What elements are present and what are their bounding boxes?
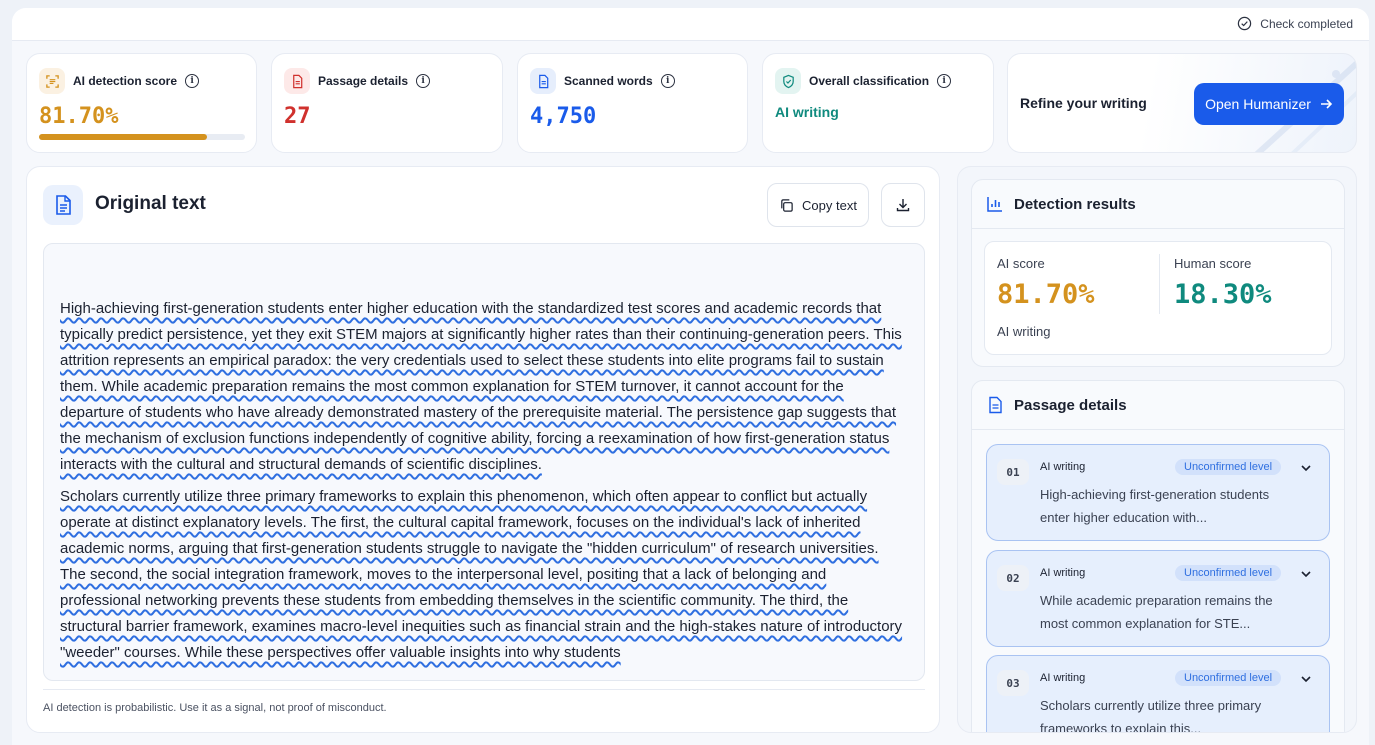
- paragraph-text: Scholars currently utilize three primary…: [60, 488, 903, 661]
- copy-icon: [781, 198, 793, 212]
- disclaimer-text: AI detection is probabilistic. Use it as…: [43, 689, 925, 714]
- ai-score-bar-fill: [39, 134, 208, 140]
- download-icon: [896, 199, 910, 212]
- ai-score-label: AI detection score: [73, 74, 178, 88]
- ai-score-card: AI detection score i 81.70%: [26, 53, 257, 153]
- scanned-words-label: Scanned words: [564, 74, 653, 88]
- scanned-words-card: Scanned words i 4,750: [517, 53, 748, 153]
- top-bar: Check completed: [12, 8, 1369, 41]
- chevron-down-icon[interactable]: [1299, 567, 1313, 581]
- passage-number: 02: [997, 565, 1029, 591]
- classification-label: Overall classification: [809, 74, 930, 88]
- ai-score-value: 81.70%: [997, 279, 1095, 310]
- original-text-panel: Original text Copy text High-achieving f…: [26, 166, 940, 733]
- bar-chart-icon: [987, 197, 1002, 212]
- classification-card: Overall classification i AI writing: [762, 53, 994, 153]
- ai-score-value: 81.70%: [39, 104, 119, 129]
- check-status: Check completed: [1237, 16, 1353, 31]
- scan-icon: [39, 68, 65, 94]
- check-status-text: Check completed: [1260, 16, 1353, 31]
- passage-details-card: Passage details i 27: [271, 53, 503, 153]
- passage-snippet: While academic preparation remains the m…: [1040, 593, 1273, 631]
- detection-results-title: Detection results: [1014, 195, 1136, 213]
- passage-details-title: Passage details: [1014, 396, 1127, 414]
- detection-results-header: Detection results: [986, 195, 1136, 213]
- human-score-label: Human score: [1174, 256, 1252, 271]
- ai-score-sub: AI writing: [997, 324, 1051, 339]
- open-humanizer-label: Open Humanizer: [1205, 96, 1311, 112]
- passage-item[interactable]: 01 AI writing Unconfirmed level High-ach…: [986, 444, 1330, 541]
- results-sidebar: Detection results AI score 81.70% AI wri…: [957, 166, 1357, 733]
- passage-snippet: Scholars currently utilize three primary…: [1040, 698, 1262, 733]
- document-icon: [989, 396, 1002, 414]
- ai-score-column: AI score 81.70% AI writing: [997, 256, 1095, 339]
- refine-title: Refine your writing: [1020, 95, 1147, 111]
- passage-item[interactable]: 03 AI writing Unconfirmed level Scholars…: [986, 655, 1330, 733]
- download-button[interactable]: [881, 183, 925, 227]
- paragraph: High-achieving first-generation students…: [60, 296, 908, 478]
- human-score-value: 18.30%: [1174, 279, 1272, 310]
- ai-score-label: AI score: [997, 256, 1045, 271]
- ai-score-bar: [39, 134, 245, 140]
- document-red-icon: [284, 68, 310, 94]
- copy-text-label: Copy text: [802, 197, 857, 213]
- divider: [972, 429, 1344, 430]
- passage-details-header: Passage details: [986, 396, 1127, 414]
- chevron-down-icon[interactable]: [1299, 672, 1313, 686]
- arrow-right-icon: [1320, 99, 1333, 109]
- passage-kind: AI writing: [1040, 461, 1086, 473]
- score-summary: AI score 81.70% AI writing Human score 1…: [984, 241, 1332, 355]
- passage-number: 01: [997, 459, 1029, 485]
- check-circle-icon: [1238, 16, 1252, 31]
- passage-snippet: High-achieving first-generation students…: [1040, 487, 1270, 525]
- score-divider: [1159, 254, 1160, 314]
- document-icon: [43, 185, 83, 225]
- paragraph-text: High-achieving first-generation students…: [60, 300, 902, 473]
- human-score-column: Human score 18.30%: [1174, 256, 1272, 310]
- passage-details-label: Passage details: [318, 74, 409, 88]
- copy-text-button[interactable]: Copy text: [767, 183, 869, 227]
- passage-details-panel: Passage details 01 AI writing Unconfirme…: [971, 380, 1345, 733]
- document-blue-icon: [530, 68, 556, 94]
- info-icon[interactable]: i: [416, 74, 431, 88]
- original-text-box[interactable]: High-achieving first-generation students…: [43, 243, 925, 681]
- info-icon[interactable]: i: [660, 74, 675, 88]
- shield-check-icon: [775, 68, 801, 94]
- open-humanizer-button[interactable]: Open Humanizer: [1194, 83, 1344, 125]
- unconfirmed-badge: Unconfirmed level: [1175, 670, 1282, 686]
- info-icon[interactable]: i: [937, 74, 952, 88]
- passage-details-value: 27: [284, 104, 311, 129]
- paragraph: Scholars currently utilize three primary…: [60, 484, 908, 666]
- unconfirmed-badge: Unconfirmed level: [1175, 565, 1282, 581]
- passage-kind: AI writing: [1040, 672, 1086, 684]
- unconfirmed-badge: Unconfirmed level: [1175, 459, 1282, 475]
- original-text-title: Original text: [95, 193, 206, 214]
- passage-kind: AI writing: [1040, 567, 1086, 579]
- info-icon[interactable]: i: [185, 74, 200, 88]
- scanned-words-value: 4,750: [530, 104, 597, 129]
- refine-card: Refine your writing Open Humanizer: [1007, 53, 1357, 153]
- passage-number: 03: [997, 670, 1029, 696]
- divider: [972, 228, 1344, 229]
- classification-value: AI writing: [775, 104, 839, 120]
- passage-item[interactable]: 02 AI writing Unconfirmed level While ac…: [986, 550, 1330, 647]
- chevron-down-icon[interactable]: [1299, 461, 1313, 475]
- detection-results-panel: Detection results AI score 81.70% AI wri…: [971, 179, 1345, 367]
